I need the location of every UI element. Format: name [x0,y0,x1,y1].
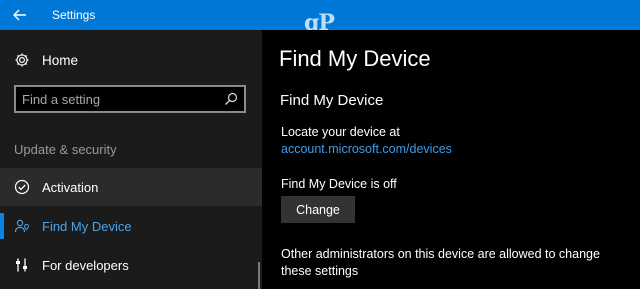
search-input[interactable] [22,90,218,108]
sidebar-item-label: Activation [42,179,99,195]
main-content: Find My Device Find My Device Locate you… [262,30,640,289]
status-text: Find My Device is off [281,177,397,191]
sidebar-item-label: For developers [42,257,129,273]
admins-note: Other administrators on this device are … [281,247,600,278]
locate-text: Locate your device at [281,125,400,139]
person-location-icon [14,218,30,234]
back-button[interactable] [0,0,40,30]
sidebar-item-activation[interactable]: Activation [0,168,262,206]
sidebar-item-label: Find My Device [42,218,132,234]
window-title: Settings [52,8,96,22]
section-heading: Find My Device [280,92,384,109]
change-button[interactable]: Change [281,196,355,223]
search-box[interactable] [14,85,246,113]
home-link[interactable]: Home [14,52,78,68]
sidebar-scrollbar[interactable] [258,262,260,289]
sidebar-item-find-my-device[interactable]: Find My Device [0,207,262,245]
sidebar: Home Update & security Activation [0,30,262,289]
account-devices-link[interactable]: account.microsoft.com/devices [281,142,452,156]
sliders-icon [14,257,30,273]
selection-indicator [0,213,4,239]
page-title: Find My Device [279,46,431,71]
home-label: Home [42,52,79,68]
search-icon[interactable] [223,91,239,107]
check-circle-icon [14,179,30,195]
gear-icon [14,52,30,68]
back-arrow-icon [13,9,26,21]
section-label: Update & security [14,142,117,157]
sidebar-item-for-developers[interactable]: For developers [0,246,262,284]
